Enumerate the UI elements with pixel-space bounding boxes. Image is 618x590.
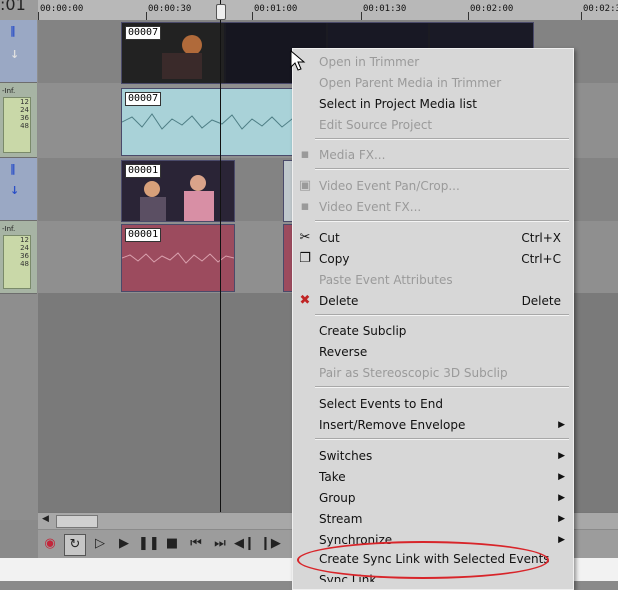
scissors-icon: ✂ [299, 230, 311, 245]
submenu-arrow-icon: ▶ [558, 451, 565, 461]
menu-item-video-event-pan-crop[interactable]: ▣ Video Event Pan/Crop... [293, 176, 573, 196]
audio-meter: 12 24 36 48 [3, 235, 31, 289]
menu-item-copy[interactable]: ❐ Copy Ctrl+C [293, 249, 573, 269]
previous-frame-icon[interactable]: ◀❙ [234, 534, 255, 554]
go-to-end-icon[interactable]: ⏭ [210, 534, 230, 554]
video-event-clip[interactable]: 00001 [121, 160, 235, 222]
audio-event-clip[interactable]: 00007 [121, 88, 303, 156]
menu-item-group[interactable]: Group ▶ [293, 488, 573, 508]
scroll-left-icon[interactable]: ◀ [42, 514, 49, 524]
play-from-start-icon[interactable]: ▷ [90, 534, 110, 554]
clip-label: 00001 [125, 228, 162, 242]
track-header-audio-1[interactable]: -Inf. 12 24 36 48 [0, 83, 37, 158]
timeline-ruler[interactable]: 00:00:00 00:00:30 00:01:00 00:01:30 00:0… [38, 0, 618, 21]
audio-meter: 12 24 36 48 [3, 97, 31, 153]
menu-item-select-in-project-media-list[interactable]: Select in Project Media list [293, 94, 573, 114]
menu-item-switches[interactable]: Switches ▶ [293, 446, 573, 466]
event-context-menu: Open in Trimmer Open Parent Media in Tri… [292, 48, 574, 590]
ruler-label: 00:00:30 [148, 4, 192, 14]
highlight-ellipse-annotation [297, 541, 549, 579]
menu-item-paste-event-attributes[interactable]: Paste Event Attributes [293, 270, 573, 290]
menu-item-take[interactable]: Take ▶ [293, 467, 573, 487]
menu-item-stream[interactable]: Stream ▶ [293, 509, 573, 529]
submenu-arrow-icon: ▶ [558, 514, 565, 524]
pause-icon[interactable]: ❚❚ [138, 534, 160, 554]
media-fx-icon: ▪ [300, 147, 310, 162]
clip-label: 00007 [125, 26, 162, 40]
menu-separator [315, 168, 569, 170]
go-to-start-icon[interactable]: ⏮ [186, 534, 206, 554]
track-marker-icon: ‖ [10, 162, 16, 175]
play-icon[interactable]: ▶ [114, 534, 134, 554]
meter-inf-label: -Inf. [2, 225, 16, 233]
arrow-down-icon: ↓ [10, 48, 20, 61]
meter-tick: 12 [20, 98, 29, 106]
meter-tick: 36 [20, 252, 29, 260]
video-fx-icon: ▪ [300, 199, 310, 214]
loop-icon[interactable]: ↻ [64, 534, 86, 556]
meter-tick: 48 [20, 122, 29, 130]
meter-inf-label: -Inf. [2, 87, 16, 95]
ruler-label: 00:00:00 [40, 4, 84, 14]
playhead-cursor[interactable] [220, 0, 221, 512]
ruler-label: 00:02:00 [470, 4, 514, 14]
meter-tick: 24 [20, 244, 29, 252]
pan-crop-icon: ▣ [298, 178, 312, 193]
menu-item-cut[interactable]: ✂ Cut Ctrl+X [293, 228, 573, 248]
track-marker-icon: ‖ [10, 24, 16, 37]
meter-tick: 12 [20, 236, 29, 244]
arrow-down-icon: ↓ [10, 184, 20, 197]
track-headers: ‖ ↓ -Inf. 12 24 36 48 ‖ ↓ -Inf. 12 24 36… [0, 20, 38, 520]
copy-icon: ❐ [299, 251, 311, 266]
next-frame-icon[interactable]: ❙▶ [260, 534, 281, 554]
menu-separator [315, 314, 569, 316]
meter-tick: 48 [20, 260, 29, 268]
meter-tick: 24 [20, 106, 29, 114]
track-header-video-1[interactable]: ‖ ↓ [0, 20, 37, 83]
ruler-label: 00:02:30 [583, 4, 618, 14]
ruler-label: 00:01:00 [254, 4, 298, 14]
menu-separator [315, 438, 569, 440]
playhead-handle[interactable] [216, 4, 226, 20]
stop-icon[interactable]: ■ [162, 534, 182, 554]
track-header-video-2[interactable]: ‖ ↓ [0, 158, 37, 221]
audio-event-clip[interactable]: 00001 [121, 224, 235, 292]
menu-item-video-event-fx[interactable]: ▪ Video Event FX... [293, 197, 573, 217]
ruler-label: 00:01:30 [363, 4, 407, 14]
mouse-pointer-icon [290, 50, 306, 71]
menu-item-create-subclip[interactable]: Create Subclip [293, 321, 573, 341]
menu-item-media-fx[interactable]: ▪ Media FX... [293, 145, 573, 165]
clip-label: 00001 [125, 164, 162, 178]
current-time-text: :01 [0, 0, 26, 14]
submenu-arrow-icon: ▶ [558, 535, 565, 545]
submenu-arrow-icon: ▶ [558, 493, 565, 503]
menu-item-open-in-trimmer[interactable]: Open in Trimmer [293, 52, 573, 72]
menu-item-delete[interactable]: ✖ Delete Delete [293, 291, 573, 311]
menu-item-insert-remove-envelope[interactable]: Insert/Remove Envelope ▶ [293, 415, 573, 435]
submenu-arrow-icon: ▶ [558, 472, 565, 482]
menu-separator [315, 386, 569, 388]
menu-item-open-parent-media-in-trimmer[interactable]: Open Parent Media in Trimmer [293, 73, 573, 93]
current-time-display: :01 [0, 0, 38, 20]
clip-label: 00007 [125, 92, 162, 106]
delete-icon: ✖ [299, 293, 311, 308]
menu-item-select-events-to-end[interactable]: Select Events to End [293, 394, 573, 414]
menu-item-reverse[interactable]: Reverse [293, 342, 573, 362]
meter-tick: 36 [20, 114, 29, 122]
menu-item-edit-source-project[interactable]: Edit Source Project [293, 115, 573, 135]
scrollbar-thumb[interactable] [56, 515, 98, 528]
track-header-audio-2[interactable]: -Inf. 12 24 36 48 [0, 221, 37, 294]
submenu-arrow-icon: ▶ [558, 420, 565, 430]
menu-item-pair-stereoscopic-3d-subclip[interactable]: Pair as Stereoscopic 3D Subclip [293, 363, 573, 383]
record-icon[interactable]: ◉ [40, 534, 60, 554]
menu-separator [315, 220, 569, 222]
menu-separator [315, 138, 569, 140]
